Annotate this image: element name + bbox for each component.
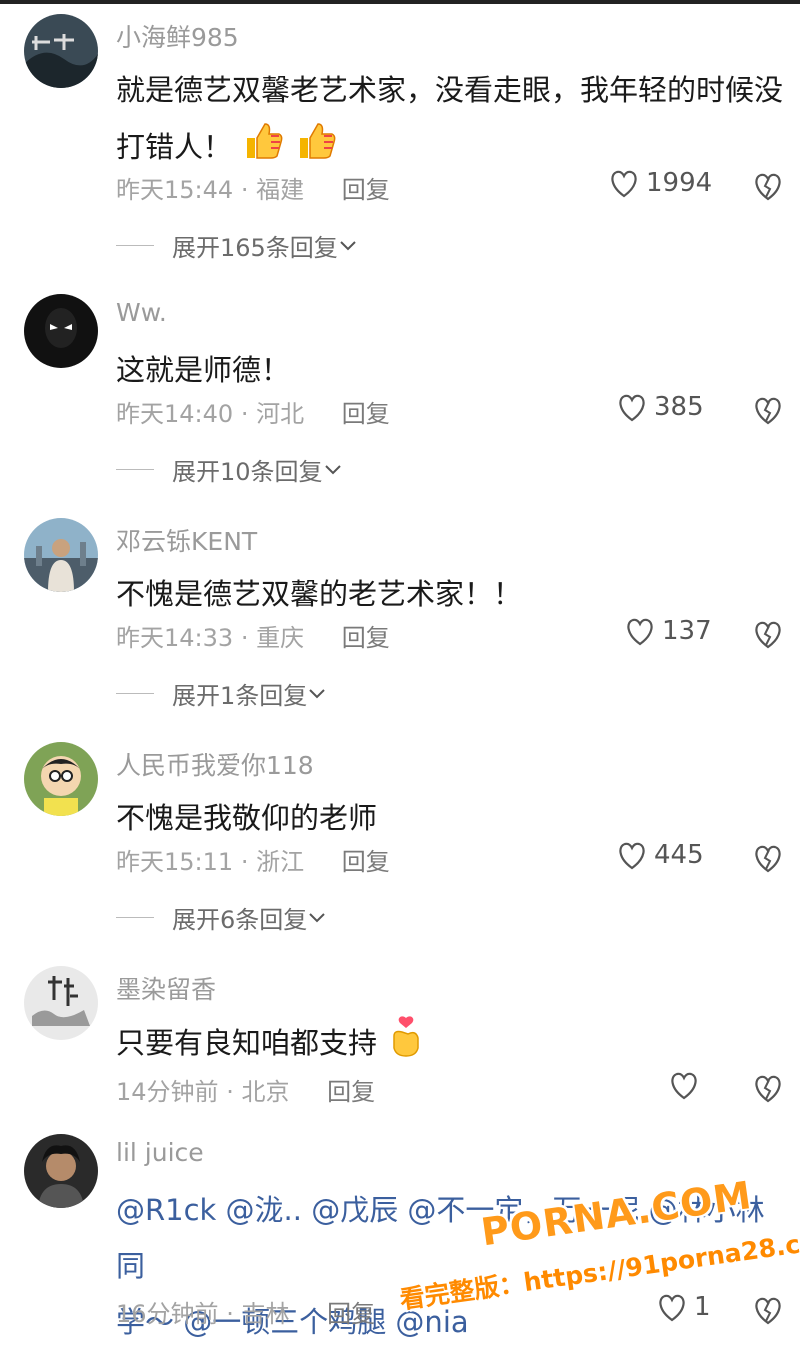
- like-button[interactable]: 137: [624, 616, 712, 646]
- comment-body: 只要有良知咱都支持: [116, 1026, 378, 1060]
- reply-button[interactable]: 回复: [342, 848, 390, 876]
- reply-button[interactable]: 回复: [342, 624, 390, 652]
- heart-icon: [671, 1072, 697, 1100]
- like-button[interactable]: 445: [616, 840, 704, 870]
- avatar[interactable]: [24, 966, 98, 1040]
- separator: ·: [240, 624, 249, 652]
- like-button[interactable]: 1994: [608, 168, 712, 198]
- expand-label: 展开165条回复: [172, 234, 338, 262]
- timestamp: 昨天15:11: [116, 848, 234, 876]
- comment-meta: 昨天15:44 · 福建 回复: [116, 170, 390, 205]
- location: 福建: [256, 176, 305, 204]
- chevron-down-icon: [309, 688, 325, 698]
- dislike-icon[interactable]: [752, 1072, 784, 1104]
- comment-text: 不愧是德艺双馨的老艺术家！！: [116, 566, 792, 622]
- expand-replies[interactable]: 展开1条回复: [116, 676, 327, 711]
- heart-icon: [611, 170, 637, 198]
- divider: [116, 917, 154, 918]
- username[interactable]: 墨染留香: [116, 970, 216, 1006]
- comment-meta: 16分钟前 · 吉林 回复: [116, 1294, 375, 1329]
- username[interactable]: Ww.: [116, 298, 167, 327]
- comment-meta: 昨天14:40 · 河北 回复: [116, 394, 390, 429]
- comment-text: 这就是师德！: [116, 342, 792, 398]
- expand-label: 展开6条回复: [172, 906, 308, 934]
- like-button[interactable]: 385: [616, 392, 704, 422]
- divider: [116, 469, 154, 470]
- divider: [116, 245, 154, 246]
- heart-icon: [659, 1294, 685, 1322]
- reply-button[interactable]: 回复: [342, 400, 390, 428]
- like-count: 1: [694, 1292, 711, 1322]
- avatar[interactable]: [24, 742, 98, 816]
- username[interactable]: 小海鲜985: [116, 18, 239, 54]
- separator: ·: [240, 176, 249, 204]
- dislike-icon[interactable]: [752, 618, 784, 650]
- comment-body: 就是德艺双馨老艺术家，没看走眼，我年轻的时候没打错人！: [116, 73, 784, 164]
- chevron-down-icon: [324, 464, 341, 474]
- like-button[interactable]: [668, 1070, 706, 1100]
- comment-meta: 昨天15:11 · 浙江 回复: [116, 842, 390, 877]
- location: 吉林: [241, 1300, 290, 1328]
- dislike-icon[interactable]: [752, 1294, 784, 1326]
- timestamp: 昨天14:33: [116, 624, 234, 652]
- like-button[interactable]: 1: [656, 1292, 711, 1322]
- like-count: 1994: [646, 168, 713, 198]
- dislike-icon[interactable]: [752, 842, 784, 874]
- location: 浙江: [256, 848, 305, 876]
- separator: ·: [240, 400, 249, 428]
- chevron-down-icon: [309, 912, 325, 922]
- username[interactable]: lil juice: [116, 1138, 204, 1167]
- like-count: 137: [662, 616, 712, 646]
- avatar[interactable]: [24, 518, 98, 592]
- like-count: 385: [654, 392, 704, 422]
- timestamp: 16分钟前: [116, 1300, 219, 1328]
- chevron-down-icon: [340, 240, 356, 250]
- avatar[interactable]: [24, 294, 98, 368]
- separator: ·: [226, 1300, 234, 1328]
- expand-replies[interactable]: 展开165条回复: [116, 228, 358, 263]
- comment-meta: 昨天14:33 · 重庆 回复: [116, 618, 390, 653]
- expand-replies[interactable]: 展开6条回复: [116, 900, 327, 935]
- dislike-icon[interactable]: [752, 394, 784, 426]
- timestamp: 昨天15:44: [116, 176, 234, 204]
- comment-text: 只要有良知咱都支持: [116, 1014, 792, 1076]
- location: 河北: [256, 400, 305, 428]
- expand-label: 展开1条回复: [172, 682, 308, 710]
- separator: ·: [240, 848, 249, 876]
- timestamp: 14分钟前: [116, 1078, 219, 1106]
- top-border: [0, 0, 800, 4]
- username[interactable]: 邓云铄KENT: [116, 522, 257, 558]
- comment-body: 这就是师德！: [116, 353, 291, 387]
- heart-icon: [619, 394, 645, 422]
- finger-heart-icon: [386, 1014, 426, 1076]
- comment-meta: 14分钟前 · 北京 回复: [116, 1072, 375, 1107]
- comment-text: 就是德艺双馨老艺术家，没看走眼，我年轻的时候没打错人！: [116, 62, 792, 180]
- expand-replies[interactable]: 展开10条回复: [116, 452, 343, 487]
- comment-body: 不愧是德艺双馨的老艺术家！！: [116, 577, 523, 611]
- avatar[interactable]: [24, 14, 98, 88]
- avatar[interactable]: [24, 1134, 98, 1208]
- timestamp: 昨天14:40: [116, 400, 234, 428]
- like-count: 445: [654, 840, 704, 870]
- expand-label: 展开10条回复: [172, 458, 323, 486]
- heart-icon: [627, 618, 653, 646]
- reply-button[interactable]: 回复: [342, 176, 390, 204]
- location: 北京: [241, 1078, 290, 1106]
- divider: [116, 693, 154, 694]
- comment-text: 不愧是我敬仰的老师: [116, 790, 792, 846]
- reply-button[interactable]: 回复: [327, 1078, 375, 1106]
- separator: ·: [226, 1078, 234, 1106]
- location: 重庆: [256, 624, 305, 652]
- heart-icon: [619, 842, 645, 870]
- reply-button[interactable]: 回复: [327, 1300, 375, 1328]
- comment-body: 不愧是我敬仰的老师: [116, 801, 378, 835]
- username[interactable]: 人民币我爱你118: [116, 746, 314, 782]
- dislike-icon[interactable]: [752, 170, 784, 202]
